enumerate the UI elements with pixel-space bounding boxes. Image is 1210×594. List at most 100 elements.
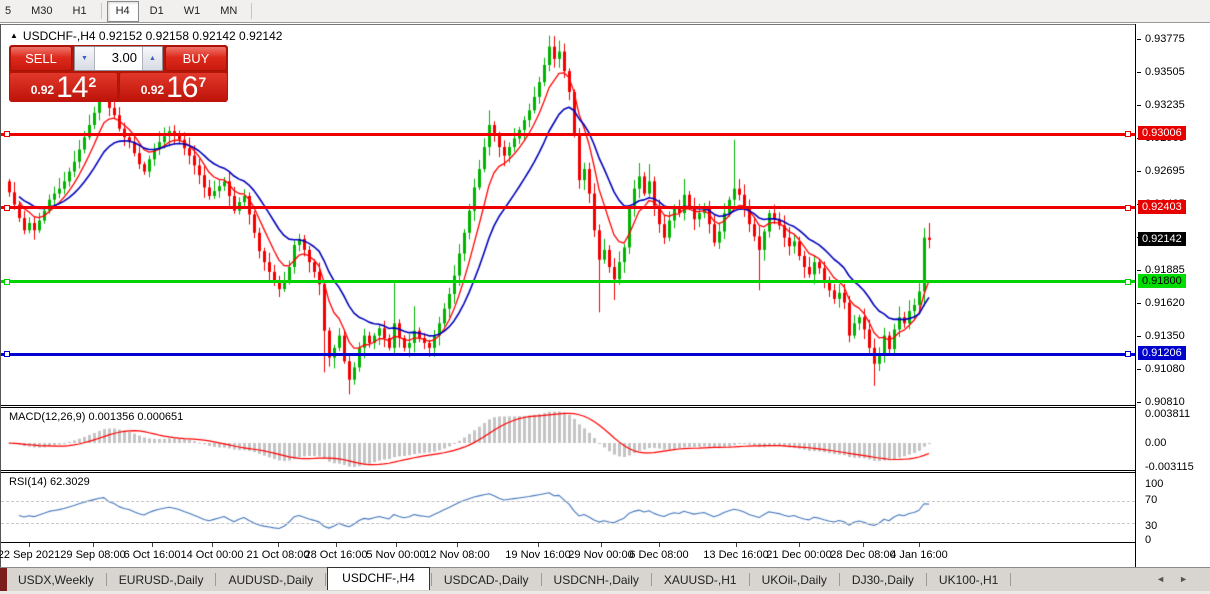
date-tick-mark: [538, 543, 539, 547]
date-label: 22 Sep 2021: [0, 549, 61, 561]
macd-scale-label: -0.003115: [1145, 461, 1194, 473]
date-label: 21 Oct 08:00: [246, 549, 310, 561]
sell-button[interactable]: SELL: [10, 46, 72, 71]
timeframe-button-d1[interactable]: D1: [141, 1, 173, 22]
level-line-handle[interactable]: [4, 131, 10, 138]
chart-tab-ukoil-daily[interactable]: UKOil-,Daily: [751, 570, 838, 590]
chart-collapse-icon[interactable]: ▲: [10, 31, 18, 40]
date-tick-mark: [659, 543, 660, 547]
time-axis: 22 Sep 2021 29 Sep 08:00 6 Oct 16:00 14 Oct…: [0, 542, 1135, 567]
price-level-line-0.91206[interactable]: [1, 352, 1135, 356]
date-label: 28 Oct 16:00: [304, 549, 368, 561]
arrow-up-icon: ▲: [149, 55, 156, 62]
axis-tick-mark: [1137, 270, 1141, 272]
timeframe-button-h4[interactable]: H4: [106, 0, 139, 22]
date-label: 19 Nov 16:00: [505, 549, 571, 561]
tab-separator: [748, 573, 750, 586]
chart-tab-audusd-daily[interactable]: AUDUSD-,Daily: [217, 570, 324, 590]
volume-value[interactable]: 3.00: [95, 47, 142, 70]
level-line-handle[interactable]: [4, 204, 10, 211]
chart-title: ▲ USDCHF-,H4 0.92152 0.92158 0.92142 0.9…: [10, 29, 282, 43]
level-line-handle[interactable]: [4, 351, 10, 358]
price-tick-label: 0.93775: [1145, 32, 1185, 45]
price-level-line-0.93006[interactable]: [1, 132, 1135, 136]
date-tick-mark: [93, 543, 94, 547]
price-badge-0.92403: 0.92403: [1138, 199, 1186, 214]
level-line-handle[interactable]: [1125, 278, 1131, 285]
chart-tab-usdcnh-daily[interactable]: USDCNH-,Daily: [543, 570, 650, 590]
timeframe-button-h1[interactable]: H1: [64, 1, 96, 22]
date-label: 13 Dec 16:00: [703, 549, 769, 561]
price-tick-label: 0.91080: [1145, 362, 1185, 375]
buy-price-box[interactable]: 0.92 16 7: [120, 71, 227, 104]
sell-price-box[interactable]: 0.92 14 2: [10, 71, 117, 104]
level-line-handle[interactable]: [1125, 131, 1131, 138]
rsi-scale-label: 100: [1145, 478, 1164, 490]
toolbar-separator: [100, 3, 102, 19]
chart-window: ▲ USDCHF-,H4 0.92152 0.92158 0.92142 0.9…: [0, 24, 1210, 567]
date-label: 21 Dec 00:00: [766, 549, 832, 561]
date-label: 29 Nov 00:00: [568, 549, 634, 561]
price-badge-0.92142: 0.92142: [1138, 231, 1186, 246]
plot-area: ▲ USDCHF-,H4 0.92152 0.92158 0.92142 0.9…: [0, 24, 1136, 567]
level-line-handle[interactable]: [4, 278, 10, 285]
price-tick-label: 0.93235: [1145, 99, 1185, 112]
arrow-down-icon: ▼: [81, 55, 88, 62]
timeframe-button-5[interactable]: 5: [0, 1, 20, 22]
price-level-line-0.91800[interactable]: [1, 280, 1135, 284]
level-line-handle[interactable]: [1125, 204, 1131, 211]
axis-tick-mark: [1137, 171, 1141, 173]
axis-tick-mark: [1137, 401, 1141, 403]
tab-separator: [540, 573, 542, 586]
level-line-handle[interactable]: [1125, 351, 1131, 358]
timeframe-toolbar: 5 M30 H1 H4 D1 W1 MN: [0, 0, 1210, 23]
axis-tick-mark: [1137, 71, 1141, 73]
sell-price-big: 14: [56, 71, 88, 104]
volume-decrease-button[interactable]: ▼: [75, 47, 95, 70]
price-tick-label: 0.93505: [1145, 65, 1185, 78]
date-tick-mark: [152, 543, 153, 547]
tab-separator: [325, 573, 327, 586]
axis-tick-mark: [1137, 38, 1141, 40]
chart-tab-usdx-weekly[interactable]: USDX,Weekly: [7, 570, 105, 590]
rsi-pane[interactable]: RSI(14) 62.3029: [1, 473, 1135, 542]
tab-scroll-left-icon[interactable]: ◄: [1156, 574, 1165, 584]
macd-pane[interactable]: MACD(12,26,9) 0.001356 0.000651: [1, 408, 1135, 470]
date-label: 14 Oct 00:00: [180, 549, 244, 561]
chart-tab-usdcad-daily[interactable]: USDCAD-,Daily: [433, 570, 540, 590]
price-badge-0.93006: 0.93006: [1138, 126, 1186, 141]
chart-tab-bar: USDX,Weekly EURUSD-,Daily AUDUSD-,Daily USD…: [0, 567, 1210, 592]
timeframe-button-m30[interactable]: M30: [22, 1, 61, 22]
price-tick-label: 0.90810: [1145, 395, 1185, 408]
date-tick-mark: [212, 543, 213, 547]
date-label: 29 Sep 08:00: [60, 549, 126, 561]
rsi-label: RSI(14) 62.3029: [9, 476, 90, 488]
sell-price-prefix: 0.92: [30, 83, 55, 97]
date-label: 28 Dec 08:00: [830, 549, 896, 561]
timeframe-button-w1[interactable]: W1: [175, 1, 210, 22]
buy-button[interactable]: BUY: [165, 46, 227, 71]
rsi-level-line-30: [1, 523, 1135, 525]
date-tick-mark: [396, 543, 397, 547]
chart-tab-eurusd-daily[interactable]: EURUSD-,Daily: [108, 570, 215, 590]
tab-separator: [1010, 573, 1012, 586]
date-label: 5 Nov 00:00: [366, 549, 426, 561]
date-label: 12 Nov 08:00: [424, 549, 490, 561]
volume-increase-button[interactable]: ▲: [142, 47, 162, 70]
timeframe-button-mn[interactable]: MN: [211, 1, 246, 22]
price-level-line-0.92403[interactable]: [1, 206, 1135, 210]
tab-separator: [105, 573, 107, 586]
date-tick-mark: [863, 543, 864, 547]
buy-price-big: 16: [166, 71, 198, 104]
chart-tab-xauusd-h1[interactable]: XAUUSD-,H1: [653, 570, 748, 590]
buy-price-sup: 7: [198, 74, 207, 90]
chart-tab-dj30-daily[interactable]: DJ30-,Daily: [841, 570, 925, 590]
chart-tab-usdchf-h4[interactable]: USDCHF-,H4: [327, 567, 430, 590]
toolbar-separator: [251, 3, 253, 19]
tab-scroll-right-icon[interactable]: ►: [1179, 574, 1188, 584]
volume-spinner: ▼ 3.00 ▲: [74, 46, 163, 71]
rsi-canvas[interactable]: [1, 473, 1135, 542]
chart-tab-uk100-h1[interactable]: UK100-,H1: [928, 570, 1009, 590]
main-chart-pane[interactable]: ▲ USDCHF-,H4 0.92152 0.92158 0.92142 0.9…: [1, 24, 1135, 405]
axis-tick-mark: [1137, 302, 1141, 304]
